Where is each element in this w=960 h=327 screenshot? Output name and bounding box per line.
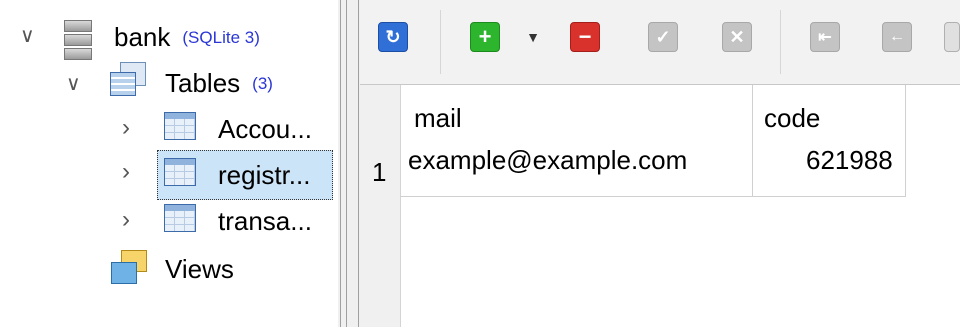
rollback-button[interactable]: ✕ xyxy=(722,22,752,52)
dropdown-arrow-icon: ▼ xyxy=(526,29,540,45)
column-header-mail[interactable]: mail xyxy=(414,103,462,134)
panel-splitter[interactable] xyxy=(338,0,360,327)
first-page-button[interactable]: ⇤ xyxy=(810,22,840,52)
add-row-button[interactable]: + xyxy=(470,22,500,52)
table-icon xyxy=(164,112,196,140)
table-cell-code[interactable]: 621988 xyxy=(806,145,893,176)
column-divider xyxy=(905,85,906,197)
database-type: (SQLite 3) xyxy=(182,27,260,47)
rollback-icon: ✕ xyxy=(729,26,745,47)
refresh-button[interactable]: ↻ xyxy=(378,22,408,52)
collapse-icon[interactable]: ∨ xyxy=(20,26,35,46)
refresh-icon: ↻ xyxy=(385,26,401,47)
expand-icon[interactable]: › xyxy=(122,208,130,232)
views-icon xyxy=(111,250,147,284)
commit-icon: ✓ xyxy=(655,26,671,47)
tables-count: (3) xyxy=(252,73,273,93)
tables-label: Tables xyxy=(165,68,241,98)
expand-icon[interactable]: › xyxy=(122,160,130,184)
column-divider xyxy=(752,85,753,197)
table-cell-mail[interactable]: example@example.com xyxy=(408,145,687,176)
data-grid: mail code 1 example@example.com 621988 xyxy=(360,85,960,327)
database-tree: ∨ bank (SQLite 3) ∨ Tables (3) › Accou..… xyxy=(0,0,338,327)
delete-icon: − xyxy=(578,24,592,49)
tree-item-table-selected[interactable]: registr... xyxy=(218,160,310,191)
tables-folder-icon xyxy=(110,62,146,96)
table-label: transa... xyxy=(218,206,312,236)
tree-item-bank[interactable]: bank (SQLite 3) xyxy=(114,22,260,53)
toolbar-overflow-edge xyxy=(944,22,960,52)
table-icon xyxy=(164,204,196,232)
column-header-code[interactable]: code xyxy=(764,103,820,134)
first-page-icon: ⇤ xyxy=(818,29,832,46)
add-icon: + xyxy=(478,24,492,49)
views-label: Views xyxy=(165,254,234,284)
database-name: bank xyxy=(114,22,171,52)
tree-item-table[interactable]: Accou... xyxy=(218,114,312,145)
row-number[interactable]: 1 xyxy=(372,157,386,188)
expand-icon[interactable]: › xyxy=(122,116,130,140)
grid-toolbar: ↻ + ▼ − ✓ ✕ ⇤ ← xyxy=(360,0,960,85)
table-label: Accou... xyxy=(218,114,312,144)
table-icon xyxy=(164,158,196,186)
commit-button[interactable]: ✓ xyxy=(648,22,678,52)
row-divider xyxy=(400,196,906,197)
row-number-column xyxy=(360,85,401,327)
tree-item-tables[interactable]: Tables (3) xyxy=(165,68,273,99)
tree-item-views[interactable]: Views xyxy=(165,254,234,285)
previous-page-button[interactable]: ← xyxy=(882,22,912,52)
table-label: registr... xyxy=(218,160,311,190)
collapse-icon[interactable]: ∨ xyxy=(66,74,81,94)
database-icon xyxy=(64,20,94,60)
tree-item-table[interactable]: transa... xyxy=(218,206,312,237)
previous-page-icon: ← xyxy=(889,28,905,45)
add-row-dropdown[interactable]: ▼ xyxy=(524,22,542,52)
delete-row-button[interactable]: − xyxy=(570,22,600,52)
